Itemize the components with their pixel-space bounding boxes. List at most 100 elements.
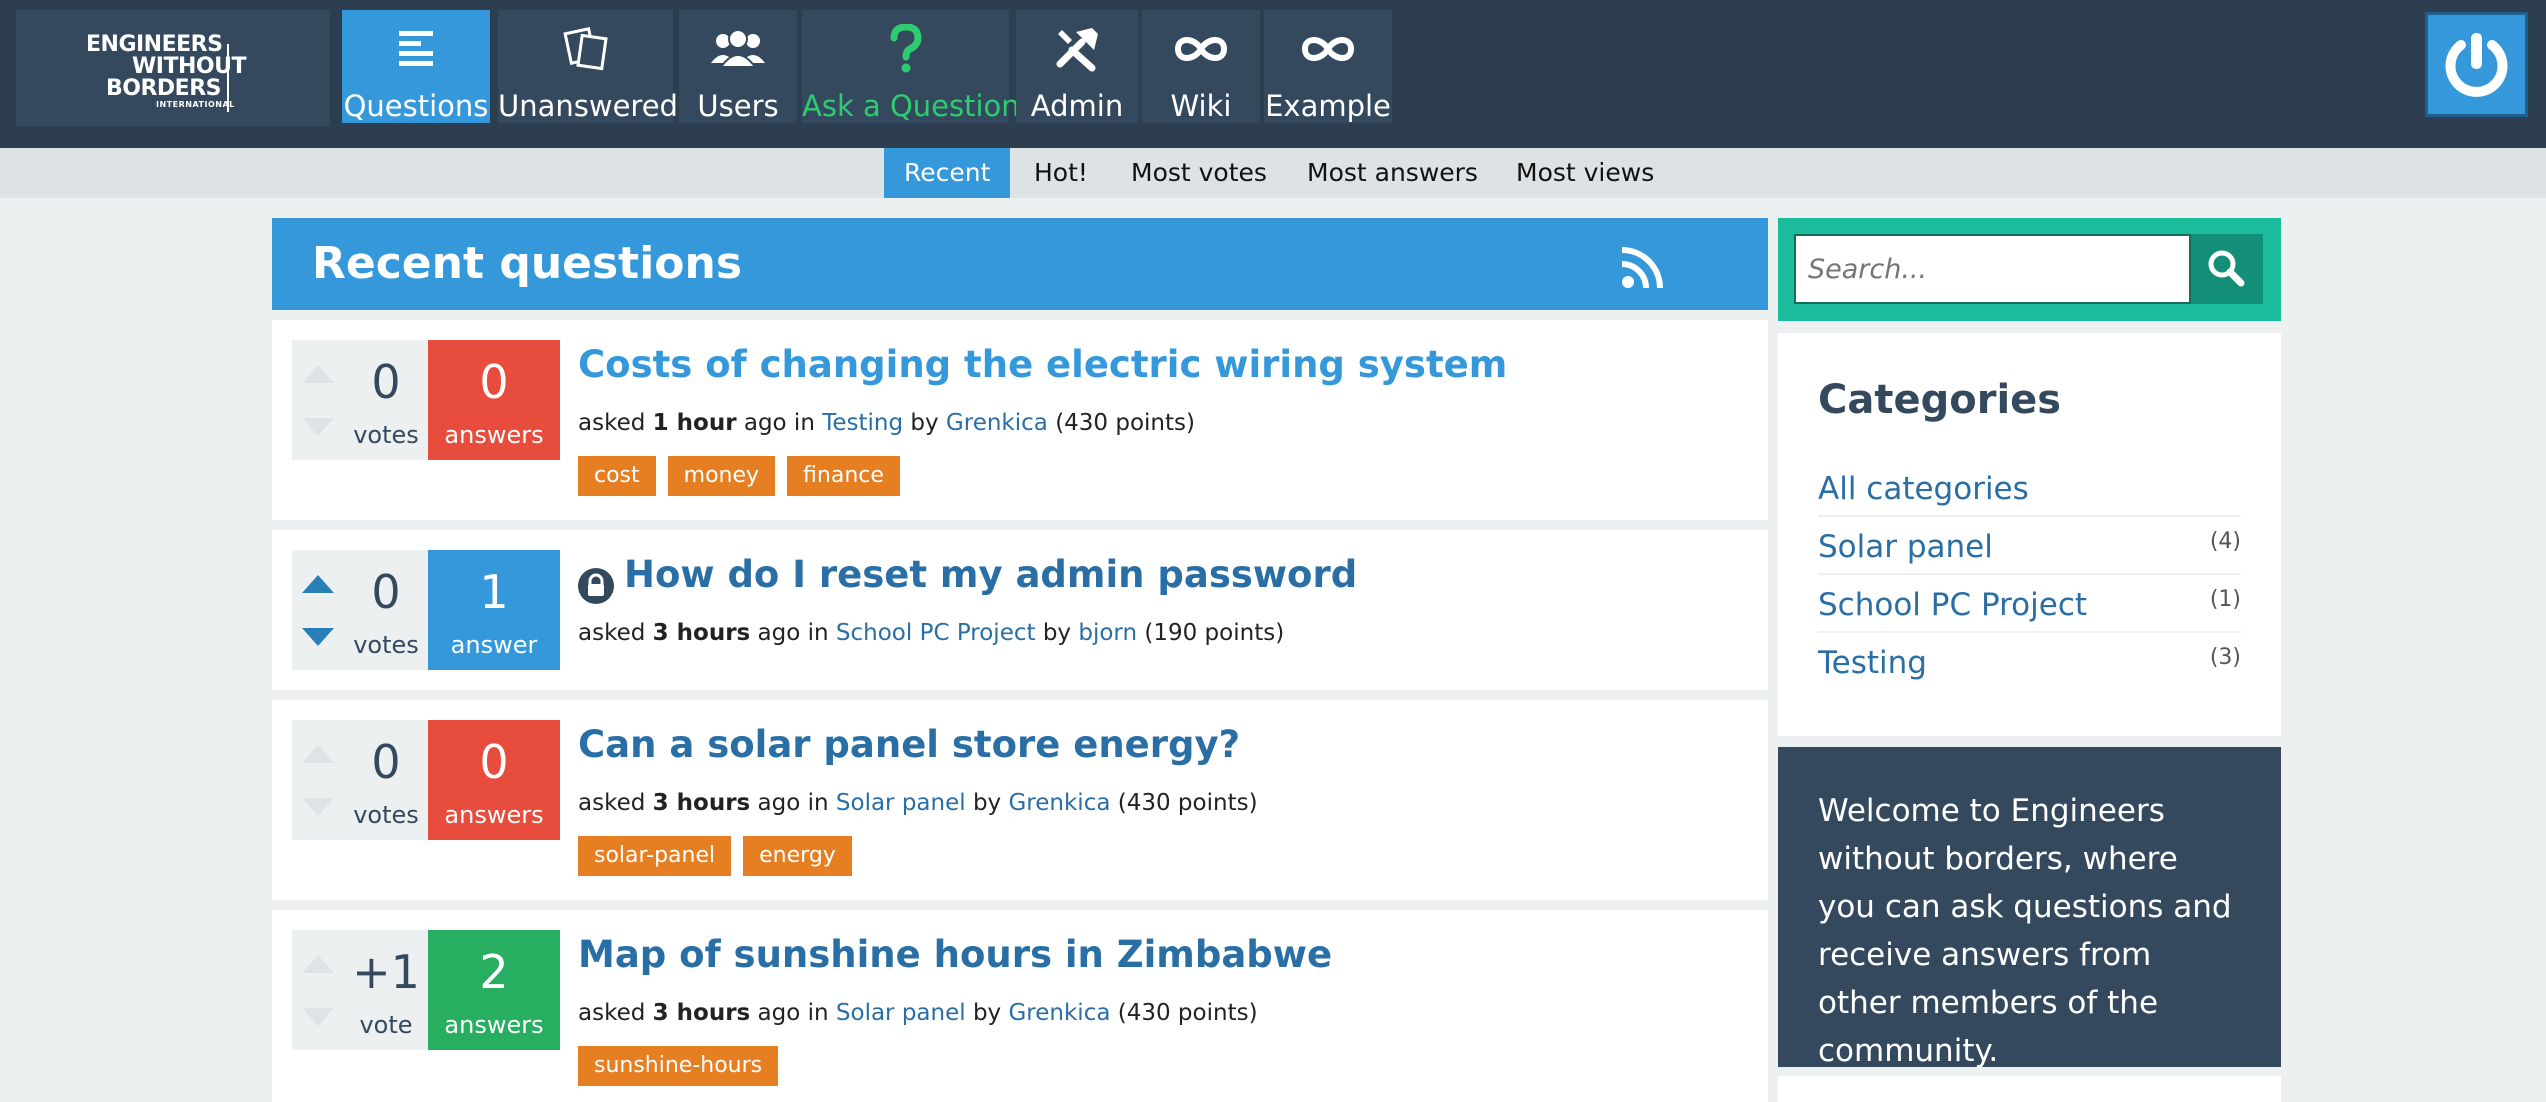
category-count: (1): [2209, 587, 2241, 612]
vote-label: vote: [359, 1011, 413, 1039]
nav-questions[interactable]: Questions: [342, 10, 490, 123]
vote-down-icon[interactable]: [302, 628, 334, 646]
category-link[interactable]: Solar panel: [836, 790, 966, 816]
tag-list: sunshine-hours: [578, 1046, 779, 1086]
vote-up-icon[interactable]: [302, 955, 334, 973]
category-item-school-pc-project[interactable]: School PC Project (1): [1818, 575, 2241, 633]
tab-recent[interactable]: Recent: [884, 148, 1011, 198]
sidebar-panel: [1778, 1076, 2281, 1102]
category-link[interactable]: Testing: [822, 410, 903, 436]
users-icon: [679, 22, 797, 76]
vote-count: 0: [371, 735, 401, 789]
category-name: Solar panel: [1818, 529, 1993, 565]
category-item-solar-panel[interactable]: Solar panel (4): [1818, 517, 2241, 575]
answer-count-box: 0 answers: [428, 720, 560, 840]
answer-count-box: 1 answer: [428, 550, 560, 670]
answer-label: answers: [444, 801, 544, 829]
nav-admin[interactable]: Admin: [1016, 10, 1138, 123]
tag[interactable]: cost: [578, 456, 656, 496]
tag[interactable]: money: [667, 456, 776, 496]
categories-title: Categories: [1818, 377, 2062, 423]
question-item: 0 votes 0 answers Costs of changing the …: [272, 320, 1768, 520]
user-link[interactable]: Grenkica: [946, 410, 1048, 436]
nav-ask-question[interactable]: Ask a Question: [802, 10, 1020, 123]
search-input[interactable]: [1794, 234, 2191, 304]
search-icon: [2208, 250, 2245, 287]
admin-tools-icon: [1016, 22, 1138, 76]
question-item: +1 vote 2 answers Map of sunshine hours …: [272, 910, 1768, 1102]
site-logo[interactable]: ENGINEERS WITHOUT BORDERS INTERNATIONAL: [16, 10, 330, 126]
power-icon: [2445, 33, 2508, 97]
tag[interactable]: sunshine-hours: [578, 1046, 779, 1086]
tab-most-votes[interactable]: Most votes: [1111, 148, 1287, 198]
vote-count: 0: [371, 355, 401, 409]
vote-count: +1: [352, 945, 420, 999]
category-link[interactable]: Solar panel: [836, 1000, 966, 1026]
nav-unanswered[interactable]: Unanswered: [498, 10, 678, 123]
vote-down-icon[interactable]: [302, 1008, 334, 1026]
answer-count-box: 0 answers: [428, 340, 560, 460]
vote-up-icon[interactable]: [302, 745, 334, 763]
question-meta: asked 1 hour ago in Testing by Grenkica …: [578, 410, 1195, 436]
vote-count: 0: [371, 565, 401, 619]
categories-panel: Categories All categories Solar panel (4…: [1778, 333, 2281, 736]
vote-up-icon[interactable]: [302, 365, 334, 383]
infinity-icon: [1264, 22, 1392, 76]
questions-icon: [342, 22, 490, 76]
category-count: (3): [2209, 645, 2241, 670]
category-name: School PC Project: [1818, 587, 2088, 623]
tag[interactable]: finance: [787, 456, 900, 496]
question-item: 0 votes 1 answer How do I reset my admin…: [272, 530, 1768, 690]
category-count: (4): [2209, 529, 2241, 554]
search-button[interactable]: [2191, 234, 2263, 304]
unanswered-icon: [498, 22, 673, 76]
tag[interactable]: energy: [743, 836, 852, 876]
question-title-link[interactable]: Costs of changing the electric wiring sy…: [578, 340, 1507, 390]
user-link[interactable]: bjorn: [1078, 620, 1137, 646]
top-navigation-bar: ENGINEERS WITHOUT BORDERS INTERNATIONAL …: [0, 0, 2546, 148]
answer-label: answer: [450, 631, 538, 659]
question-meta: asked 3 hours ago in Solar panel by Gren…: [578, 790, 1258, 816]
recent-questions-header: Recent questions: [272, 218, 1768, 310]
category-item-testing[interactable]: Testing (3): [1818, 633, 2241, 691]
question-title-link[interactable]: How do I reset my admin password: [624, 550, 1357, 600]
category-name: Testing: [1818, 645, 1927, 681]
question-title-link[interactable]: Can a solar panel store energy?: [578, 720, 1240, 770]
user-link[interactable]: Grenkica: [1008, 1000, 1110, 1026]
tab-hot[interactable]: Hot!: [1014, 148, 1108, 198]
tag[interactable]: solar-panel: [578, 836, 732, 876]
answer-label: answers: [444, 1011, 544, 1039]
vote-box: 0 votes: [292, 550, 428, 670]
vote-label: votes: [353, 421, 419, 449]
tab-most-answers[interactable]: Most answers: [1287, 148, 1498, 198]
question-title-link[interactable]: Map of sunshine hours in Zimbabwe: [578, 930, 1332, 980]
question-meta: asked 3 hours ago in Solar panel by Gren…: [578, 1000, 1258, 1026]
category-item-all[interactable]: All categories: [1818, 459, 2241, 517]
welcome-message: Welcome to Engineers without borders, wh…: [1778, 747, 2281, 1069]
vote-label: votes: [353, 631, 419, 659]
tag-list: solar-panel energy: [578, 836, 852, 876]
question-mark-icon: [802, 22, 1009, 76]
vote-down-icon[interactable]: [302, 798, 334, 816]
nav-users[interactable]: Users: [679, 10, 797, 123]
vote-up-icon[interactable]: [302, 575, 334, 593]
answer-count: 1: [479, 565, 509, 619]
infinity-icon: [1142, 22, 1260, 76]
answer-label: answers: [444, 421, 544, 449]
page-title: Recent questions: [312, 238, 743, 289]
answer-count: 0: [479, 735, 509, 789]
category-link[interactable]: School PC Project: [836, 620, 1036, 646]
tab-most-views[interactable]: Most views: [1496, 148, 1674, 198]
login-power-button[interactable]: [2425, 12, 2528, 117]
vote-label: votes: [353, 801, 419, 829]
answer-count: 0: [479, 355, 509, 409]
rss-icon[interactable]: [1618, 242, 1668, 292]
nav-example[interactable]: Example: [1264, 10, 1392, 123]
vote-down-icon[interactable]: [302, 418, 334, 436]
user-link[interactable]: Grenkica: [1008, 790, 1110, 816]
vote-box: 0 votes: [292, 720, 428, 840]
category-name: All categories: [1818, 471, 2029, 507]
nav-wiki[interactable]: Wiki: [1142, 10, 1260, 123]
vote-box: 0 votes: [292, 340, 428, 460]
logo-divider: [227, 44, 229, 112]
